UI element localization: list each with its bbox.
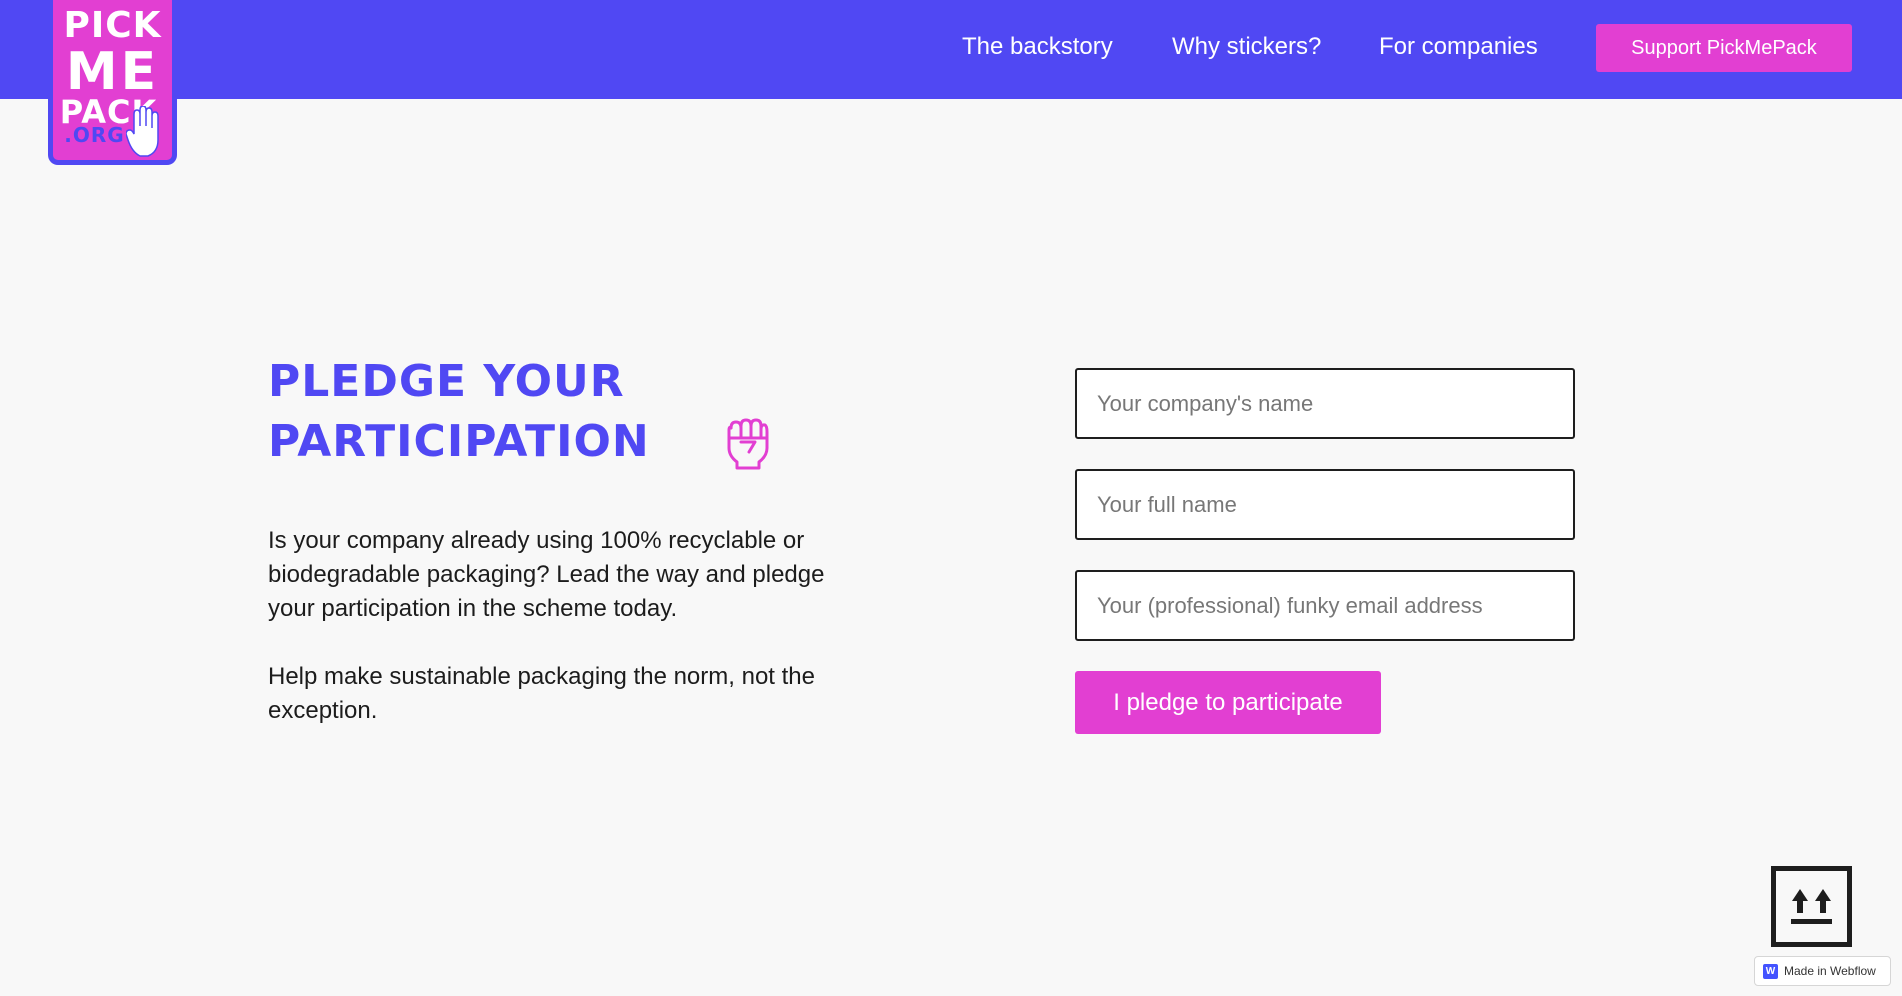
top-navbar: The backstory Why stickers? For companie… <box>0 0 1902 99</box>
nav-link-backstory[interactable]: The backstory <box>962 30 1113 64</box>
page-title: Pledge your participation <box>268 352 650 472</box>
page-title-line-2: participation <box>268 416 650 467</box>
company-name-input[interactable] <box>1075 368 1575 439</box>
raised-fist-icon <box>727 418 769 470</box>
logo-text-line-2: ME <box>65 42 160 102</box>
support-button[interactable]: Support PickMePack <box>1596 24 1852 72</box>
logo-text-line-1: PICK <box>63 5 162 46</box>
webflow-badge-label: Made in Webflow <box>1784 964 1876 978</box>
webflow-logo-icon: W <box>1763 964 1778 979</box>
pledge-submit-button[interactable]: I pledge to participate <box>1075 671 1381 734</box>
full-name-input[interactable] <box>1075 469 1575 540</box>
page-title-line-1: Pledge your <box>268 356 625 407</box>
mission-paragraph: Help make sustainable packaging the norm… <box>268 663 815 724</box>
made-in-webflow-badge[interactable]: W Made in Webflow <box>1754 956 1891 986</box>
hand-icon <box>126 106 159 157</box>
this-way-up-icon <box>1791 889 1832 924</box>
site-logo[interactable]: PICK ME PACK .ORG <box>48 0 177 165</box>
nav-link-why-stickers[interactable]: Why stickers? <box>1172 30 1321 64</box>
intro-paragraph: Is your company already using 100% recyc… <box>268 527 825 622</box>
nav-link-for-companies[interactable]: For companies <box>1379 30 1538 64</box>
scroll-to-top-button[interactable] <box>1771 866 1852 947</box>
email-input[interactable] <box>1075 570 1575 641</box>
